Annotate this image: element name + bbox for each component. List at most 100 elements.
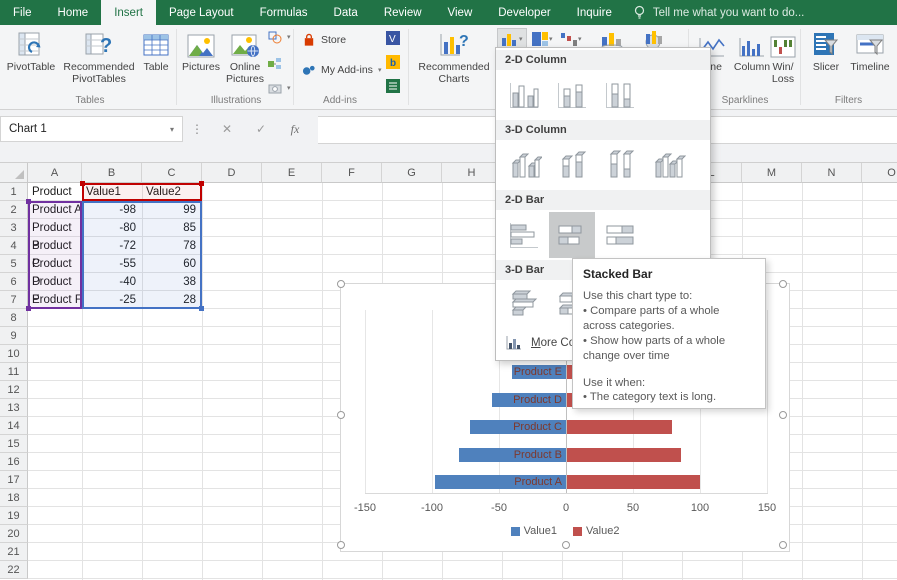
cell-A1[interactable]: Product [28,183,82,201]
column-header-G[interactable]: G [382,163,442,183]
chart-selection-handle[interactable] [337,541,345,549]
row-header-18[interactable]: 18 [0,489,28,507]
chart-bar-value2-product-b[interactable] [567,448,681,462]
stacked-column-3d-icon[interactable] [549,142,595,188]
tab-file[interactable]: File [0,0,45,25]
chart-selection-handle[interactable] [779,280,787,288]
row-header-6[interactable]: 6 [0,273,28,291]
chart-selection-handle[interactable] [562,541,570,549]
tab-insert[interactable]: Insert [101,0,156,25]
timeline-button[interactable]: Timeline [846,28,894,73]
row-header-22[interactable]: 22 [0,561,28,579]
table-button[interactable]: Table [138,28,174,73]
row-header-19[interactable]: 19 [0,507,28,525]
enter-icon[interactable]: ✓ [246,116,276,142]
chart-selection-handle[interactable] [779,541,787,549]
online-pictures-button[interactable]: Online Pictures [222,28,268,86]
clustered-column-icon[interactable] [501,72,547,118]
column-header-H[interactable]: H [442,163,502,183]
column-header-C[interactable]: C [142,163,202,183]
column-header-D[interactable]: D [202,163,262,183]
row-header-11[interactable]: 11 [0,363,28,381]
stacked-column-icon[interactable] [549,72,595,118]
my-addins-icon [302,63,316,77]
row-header-16[interactable]: 16 [0,453,28,471]
selection-handle[interactable] [80,181,85,186]
slicer-button[interactable]: Slicer [806,28,846,73]
row-header-12[interactable]: 12 [0,381,28,399]
tab-formulas[interactable]: Formulas [247,0,321,25]
row-header-2[interactable]: 2 [0,201,28,219]
row-header-9[interactable]: 9 [0,327,28,345]
store-button[interactable]: Store [302,33,346,47]
row-header-5[interactable]: 5 [0,255,28,273]
row-header-8[interactable]: 8 [0,309,28,327]
row-header-17[interactable]: 17 [0,471,28,489]
formula-bar-options-icon[interactable]: ⋮ [190,116,204,142]
table-label: Table [138,61,174,73]
bing-addin-icon[interactable]: b [386,55,400,69]
chart-bar-value2-product-c[interactable] [567,420,672,434]
column-3d-icon[interactable] [645,142,691,188]
stacked-bar-icon[interactable] [549,212,595,258]
column-header-F[interactable]: F [322,163,382,183]
online-pictures-icon [222,28,268,58]
selection-handle[interactable] [199,181,204,186]
clustered-column-3d-icon[interactable] [501,142,547,188]
row-header-1[interactable]: 1 [0,183,28,201]
clustered-bar-icon[interactable] [501,212,547,258]
row-header-21[interactable]: 21 [0,543,28,561]
pivottable-button[interactable]: PivotTable [4,28,58,73]
chart-selection-handle[interactable] [337,280,345,288]
pictures-button[interactable]: Pictures [180,28,222,73]
sparkline-winloss-button[interactable]: Win/ Loss [766,28,800,86]
chart-axis-tick-label: 50 [613,502,653,514]
column-header-E[interactable]: E [262,163,322,183]
cancel-icon[interactable]: ✕ [212,116,242,142]
row-header-15[interactable]: 15 [0,435,28,453]
selection-handle[interactable] [26,199,31,204]
insert-function-icon[interactable]: fx [280,116,310,142]
chart-selection-handle[interactable] [337,411,345,419]
row-header-20[interactable]: 20 [0,525,28,543]
chart-selection-handle[interactable] [779,411,787,419]
screenshot-button[interactable]: ▾ [268,81,291,95]
column-header-O[interactable]: O [862,163,897,183]
row-header-14[interactable]: 14 [0,417,28,435]
tab-home[interactable]: Home [45,0,102,25]
stacked100-column-3d-icon[interactable] [597,142,643,188]
tab-page-layout[interactable]: Page Layout [156,0,247,25]
row-header-3[interactable]: 3 [0,219,28,237]
visio-addin-icon[interactable]: V [386,31,400,45]
selection-handle[interactable] [199,306,204,311]
selection-handle[interactable] [26,306,31,311]
sheet-addin-icon[interactable] [386,79,400,93]
stacked100-column-icon[interactable] [597,72,643,118]
timeline-label: Timeline [846,61,894,73]
stacked100-bar-icon[interactable] [597,212,643,258]
tab-data[interactable]: Data [321,0,371,25]
recommended-charts-button[interactable]: ? Recommended Charts [414,28,494,86]
column-header-N[interactable]: N [802,163,862,183]
smartart-button[interactable] [268,57,282,71]
clustered-bar-3d-icon[interactable] [501,282,547,328]
tell-me-box[interactable]: Tell me what you want to do... [633,0,805,25]
row-header-7[interactable]: 7 [0,291,28,309]
column-header-M[interactable]: M [742,163,802,183]
name-box[interactable]: Chart 1 ▾ [0,116,183,142]
tab-developer[interactable]: Developer [485,0,563,25]
select-all-corner[interactable] [0,163,28,183]
my-addins-button[interactable]: My Add-ins ▾ [302,63,381,77]
tab-inquire[interactable]: Inquire [564,0,625,25]
row-header-10[interactable]: 10 [0,345,28,363]
column-header-A[interactable]: A [28,163,82,183]
row-header-13[interactable]: 13 [0,399,28,417]
chevron-down-icon: ▾ [287,33,291,41]
tab-review[interactable]: Review [371,0,435,25]
recommended-pivottables-button[interactable]: ? Recommended PivotTables [58,28,140,86]
row-header-4[interactable]: 4 [0,237,28,255]
chart-bar-value2-product-a[interactable] [567,475,700,489]
shapes-button[interactable]: ▾ [268,30,291,44]
tab-view[interactable]: View [435,0,486,25]
column-header-B[interactable]: B [82,163,142,183]
